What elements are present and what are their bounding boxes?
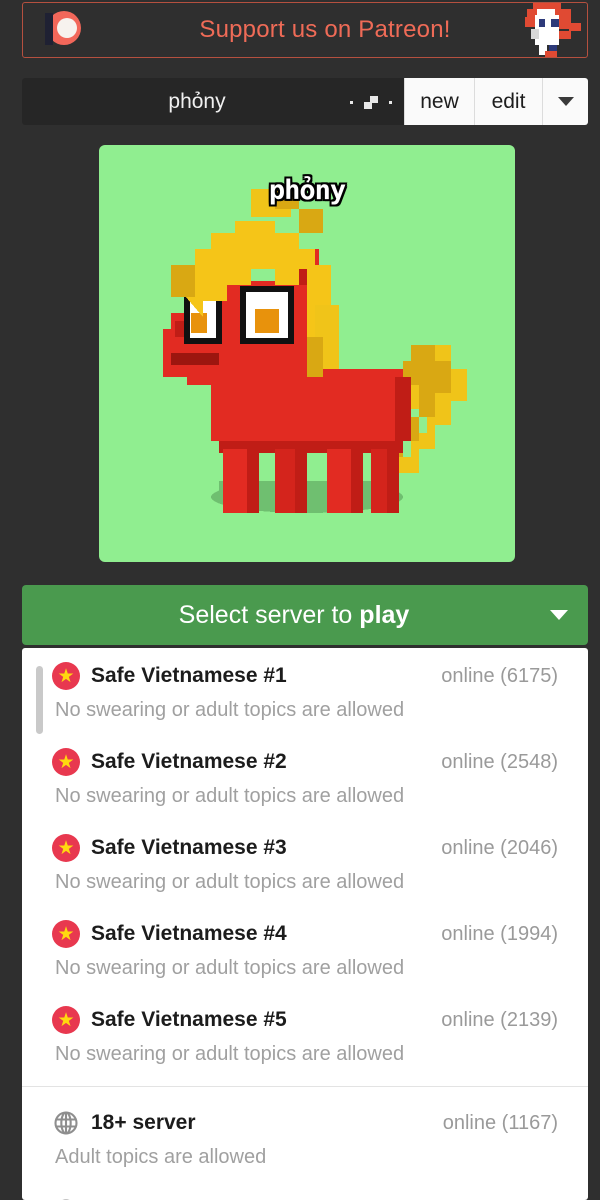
character-name-value: phỏny [168,89,226,113]
pixel-cursor-icon [348,93,394,111]
server-list-item-3[interactable]: ★ Safe Vietnamese #3 online (2046) No sw… [22,820,588,906]
vietnam-flag-icon: ★ [52,920,80,948]
server-description: Adult topics are allowed [55,1146,267,1168]
patreon-banner[interactable]: Support us on Patreon! [22,2,588,58]
select-server-caret[interactable] [530,610,588,620]
server-name: 18+ server [91,1111,196,1134]
vietnam-flag-icon: ★ [52,662,80,690]
server-list-item-6[interactable]: 18+ server online (1167) Adult topics ar… [22,1086,588,1181]
vietnam-flag-icon: ★ [52,1006,80,1034]
pony-mascot-icon [525,3,581,57]
server-name: Safe Vietnamese #5 [91,1008,287,1031]
server-online-count: online (1994) [441,922,558,945]
server-header: ★ Safe Vietnamese #2 online (2548) [52,748,558,776]
server-description: No swearing or adult topics are allowed [55,957,405,979]
character-dropdown-button[interactable] [542,78,588,125]
server-header: 18+ server online (1167) [52,1109,558,1137]
server-header: ★ Safe Vietnamese #3 online (2046) [52,834,558,862]
vietnam-flag-icon: ★ [52,748,80,776]
server-name: Safe Vietnamese #1 [91,664,287,687]
server-list-item-partial[interactable] [22,1181,588,1200]
edit-character-button[interactable]: edit [474,78,542,125]
character-name-bar: phỏny new edit [22,78,588,125]
server-list-item-1[interactable]: ★ Safe Vietnamese #1 online (6175) No sw… [22,648,588,734]
server-header: ★ Safe Vietnamese #4 online (1994) [52,920,558,948]
server-online-count: online (6175) [441,664,558,687]
patreon-banner-label: Support us on Patreon! [199,16,451,43]
server-description: No swearing or adult topics are allowed [55,871,405,893]
globe-icon [52,1109,80,1137]
list-scrollbar[interactable] [36,666,43,734]
character-name-field[interactable]: phỏny [22,78,404,125]
server-list-item-4[interactable]: ★ Safe Vietnamese #4 online (1994) No sw… [22,906,588,992]
server-online-count: online (2139) [441,1008,558,1031]
server-name: Safe Vietnamese #2 [91,750,287,773]
server-header: ★ Safe Vietnamese #1 online (6175) [52,662,558,690]
character-nametag: phỏny [268,175,346,206]
server-header: ★ Safe Vietnamese #5 online (2139) [52,1006,558,1034]
new-character-button[interactable]: new [404,78,474,125]
server-name: Safe Vietnamese #3 [91,836,287,859]
vietnam-flag-icon: ★ [52,834,80,862]
select-server-label: Select server to play [22,601,530,630]
chevron-down-icon [550,610,568,620]
server-list[interactable]: ★ Safe Vietnamese #1 online (6175) No sw… [22,648,588,1200]
chevron-down-icon [557,97,574,106]
server-description: No swearing or adult topics are allowed [55,699,405,721]
patreon-logo-icon [37,8,81,52]
server-name: Safe Vietnamese #4 [91,922,287,945]
server-list-item-5[interactable]: ★ Safe Vietnamese #5 online (2139) No sw… [22,992,588,1078]
select-server-emphasis: play [359,600,410,629]
server-description: No swearing or adult topics are allowed [55,785,405,807]
server-list-item-2[interactable]: ★ Safe Vietnamese #2 online (2548) No sw… [22,734,588,820]
select-server-prefix: Select server to [178,600,360,629]
character-preview-card[interactable]: phỏny [99,145,515,562]
select-server-button[interactable]: Select server to play [22,585,588,645]
server-description: No swearing or adult topics are allowed [55,1043,405,1065]
server-online-count: online (2046) [441,836,558,859]
pony-sprite [163,185,467,513]
server-online-count: online (1167) [442,1111,558,1134]
server-online-count: online (2548) [441,750,558,773]
